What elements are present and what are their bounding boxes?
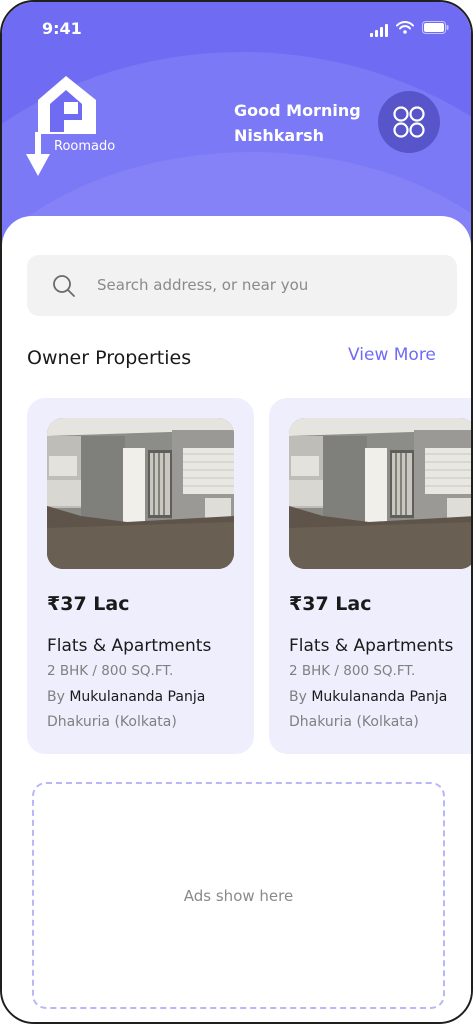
by-prefix: By bbox=[289, 689, 307, 705]
search-input[interactable]: Search address, or near you bbox=[97, 276, 308, 294]
roomado-logo[interactable] bbox=[24, 72, 124, 182]
property-photo bbox=[47, 418, 234, 569]
property-type: Flats & Apartments bbox=[289, 636, 454, 656]
property-photo bbox=[289, 418, 471, 569]
property-owner: By Mukulananda Panja bbox=[47, 689, 205, 705]
ads-label: Ads show here bbox=[183, 886, 294, 905]
greeting-line: Good Morning bbox=[234, 101, 361, 120]
property-carousel[interactable]: ₹37 Lac Flats & Apartments 2 BHK / 800 S… bbox=[2, 398, 471, 754]
main-content: Search address, or near you Owner Proper… bbox=[2, 216, 471, 1022]
phone-screen: 9:41 Roomado Good Morning Nishkarsh Sear… bbox=[0, 0, 473, 1024]
ad-placeholder[interactable]: Ads show here bbox=[32, 782, 445, 1009]
search-icon bbox=[52, 274, 76, 303]
wifi-icon bbox=[396, 21, 414, 39]
signal-icon bbox=[370, 23, 388, 37]
grid-menu-button[interactable] bbox=[378, 91, 440, 153]
status-icons bbox=[370, 21, 449, 39]
search-bar[interactable]: Search address, or near you bbox=[27, 255, 457, 316]
property-price: ₹37 Lac bbox=[47, 593, 130, 615]
status-time: 9:41 bbox=[42, 19, 82, 38]
property-card[interactable]: ₹37 Lac Flats & Apartments 2 BHK / 800 S… bbox=[27, 398, 254, 754]
greeting: Good Morning Nishkarsh bbox=[234, 98, 361, 148]
property-owner: By Mukulananda Panja bbox=[289, 689, 447, 705]
property-card[interactable]: ₹37 Lac Flats & Apartments 2 BHK / 800 S… bbox=[269, 398, 471, 754]
grid-menu-icon bbox=[393, 106, 425, 138]
battery-icon bbox=[422, 21, 449, 39]
status-bar: 9:41 bbox=[2, 2, 471, 56]
user-name: Nishkarsh bbox=[234, 126, 325, 145]
property-type: Flats & Apartments bbox=[47, 636, 212, 656]
owner-name: Mukulananda Panja bbox=[69, 689, 206, 705]
property-price: ₹37 Lac bbox=[289, 593, 372, 615]
by-prefix: By bbox=[47, 689, 65, 705]
section-title: Owner Properties bbox=[27, 347, 192, 369]
property-size: 2 BHK / 800 SQ.FT. bbox=[47, 663, 174, 679]
property-location: Dhakuria (Kolkata) bbox=[47, 714, 177, 730]
property-location: Dhakuria (Kolkata) bbox=[289, 714, 419, 730]
owner-name: Mukulananda Panja bbox=[311, 689, 448, 705]
property-size: 2 BHK / 800 SQ.FT. bbox=[289, 663, 416, 679]
view-more-link[interactable]: View More bbox=[348, 345, 436, 365]
brand-name: Roomado bbox=[54, 139, 116, 154]
